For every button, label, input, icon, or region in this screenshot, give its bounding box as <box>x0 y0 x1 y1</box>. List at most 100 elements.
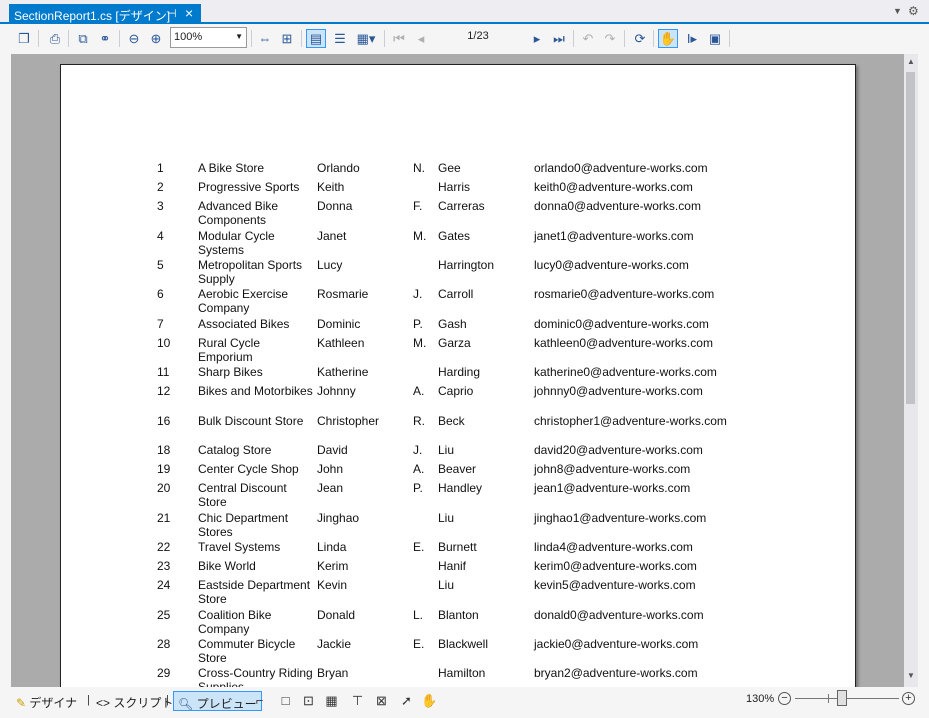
report-cell-mi: M. <box>413 336 427 350</box>
report-cell-last: Beck <box>438 414 465 428</box>
report-cell-id: 12 <box>157 384 171 398</box>
report-cell-company: Chic Department Stores <box>198 511 289 539</box>
report-cell-email: dominic0@adventure-works.com <box>534 317 709 331</box>
zoom-plus-button[interactable]: + <box>902 692 915 705</box>
zoom-out-icon[interactable]: ⊖ <box>124 29 144 48</box>
report-cell-last: Harding <box>438 365 481 379</box>
report-cell-company: Coalition Bike Company <box>198 608 272 636</box>
find-icon[interactable]: ⚭ <box>95 29 115 48</box>
border-icon[interactable]: □ <box>276 691 295 710</box>
report-cell-mi: A. <box>413 384 425 398</box>
report-cell-first: Johnny <box>317 384 356 398</box>
report-cell-email: keith0@adventure-works.com <box>534 180 693 194</box>
vertical-scrollbar[interactable]: ▲ ▼ <box>904 54 918 687</box>
report-cell-company: Center Cycle Shop <box>198 462 299 476</box>
zoom-minus-button[interactable]: − <box>778 692 791 705</box>
report-cell-mi: L. <box>413 608 424 622</box>
viewer-toolbar: ❐ ⎙ ⧉ ⚭ ⊖ ⊕ 100% ▼ ⇔ ⊞ ▤ ☰ ▦▾ ⏮ ◂ 1/23 ▸… <box>0 26 929 51</box>
document-tab[interactable]: SectionReport1.cs [デザイン] ⊣ × <box>9 4 201 24</box>
report-page: 1 A Bike Store Orlando N. Gee orlando0@advent… <box>60 64 856 687</box>
grid-icon[interactable]: ▦ <box>322 691 341 710</box>
report-cell-last: Hanif <box>438 559 467 573</box>
scroll-up-icon[interactable]: ▲ <box>907 57 915 66</box>
pan-icon[interactable]: ✋ <box>658 29 678 48</box>
report-cell-id: 18 <box>157 443 171 457</box>
back-icon[interactable]: ↶ <box>578 29 598 48</box>
copy-icon[interactable]: ⧉ <box>73 29 93 48</box>
continuous-icon[interactable]: ☰ <box>330 29 350 48</box>
report-cell-company: Aerobic Exercise Company <box>198 287 289 315</box>
report-cell-company: Advanced Bike Components <box>198 199 279 227</box>
report-cell-company: Sharp Bikes <box>198 365 263 379</box>
report-cell-id: 6 <box>157 287 164 301</box>
tab-dropdown-icon[interactable]: ▼ <box>893 6 902 16</box>
previous-page-icon[interactable]: ◂ <box>411 29 431 48</box>
zoom-in-icon[interactable]: ⊕ <box>146 29 166 48</box>
forward-icon[interactable]: ↷ <box>600 29 620 48</box>
toolbar-separator <box>251 30 252 47</box>
page-setup-icon[interactable]: ⊡ <box>299 691 318 710</box>
report-cell-first: Christopher <box>317 414 380 428</box>
select-icon[interactable]: I▸ <box>682 29 702 48</box>
fit-page-icon[interactable]: ⊞ <box>277 29 297 48</box>
report-cell-email: kerim0@adventure-works.com <box>534 559 697 573</box>
report-cell-company: Bike World <box>198 559 256 573</box>
report-cell-email: kathleen0@adventure-works.com <box>534 336 713 350</box>
report-cell-mi: P. <box>413 317 423 331</box>
report-cell-last: Garza <box>438 336 471 350</box>
table-of-contents-icon[interactable]: ❐ <box>14 29 34 48</box>
report-cell-email: jean1@adventure-works.com <box>534 481 691 495</box>
report-viewer[interactable]: 1 A Bike Store Orlando N. Gee orlando0@advent… <box>11 54 904 687</box>
preview-tab-label: プレビュー <box>196 697 257 711</box>
report-cell-last: Harris <box>438 180 470 194</box>
pin-icon[interactable]: ⊣ <box>167 7 177 20</box>
pointer-icon[interactable]: ➚ <box>397 691 416 710</box>
snapshot-icon[interactable]: ▣ <box>705 29 725 48</box>
report-cell-id: 11 <box>157 365 170 379</box>
report-cell-id: 10 <box>157 336 171 350</box>
gear-icon[interactable]: ⚙ <box>908 4 919 18</box>
report-cell-mi: E. <box>413 637 425 651</box>
zoom-combo-value: 100% <box>174 31 203 43</box>
report-cell-id: 25 <box>157 608 171 622</box>
report-cell-last: Caprio <box>438 384 474 398</box>
hand-icon[interactable]: ✋ <box>420 691 439 710</box>
report-cell-email: lucy0@adventure-works.com <box>534 258 689 272</box>
report-cell-email: christopher1@adventure-works.com <box>534 414 727 428</box>
scroll-thumb[interactable] <box>906 72 915 404</box>
align-icon[interactable]: ⊤ <box>348 691 367 710</box>
close-icon[interactable]: × <box>185 5 193 21</box>
zoom-slider-thumb[interactable] <box>837 690 847 706</box>
print-icon[interactable]: ⎙ <box>45 29 65 48</box>
ruler-icon[interactable]: ⌐ <box>250 691 269 710</box>
report-cell-first: John <box>317 462 344 476</box>
script-tab[interactable]: <> スクリプト <box>92 691 177 711</box>
fit-width-icon[interactable]: ⇔ <box>255 29 275 48</box>
report-cell-first: Donna <box>317 199 353 213</box>
designer-tab-label: デザイナ <box>29 696 78 710</box>
snap-icon[interactable]: ⊠ <box>372 691 391 710</box>
designer-tab[interactable]: ✎ デザイナ <box>12 691 81 711</box>
report-cell-last: Harrington <box>438 258 495 272</box>
toolbar-separator <box>119 30 120 47</box>
single-page-icon[interactable]: ▤ <box>306 29 326 48</box>
multipage-icon[interactable]: ▦▾ <box>353 29 379 48</box>
next-page-icon[interactable]: ▸ <box>527 29 547 48</box>
report-cell-id: 7 <box>157 317 164 331</box>
report-cell-last: Hamilton <box>438 666 486 680</box>
last-page-icon[interactable]: ⏭ <box>549 29 569 48</box>
report-cell-mi: J. <box>413 443 423 457</box>
report-cell-id: 22 <box>157 540 171 554</box>
preview-tab[interactable]: 🔍︎ プレビュー <box>173 691 262 711</box>
scroll-down-icon[interactable]: ▼ <box>907 671 915 680</box>
zoom-level: 130% <box>746 693 775 705</box>
report-cell-mi: F. <box>413 199 423 213</box>
page-number-input[interactable]: 1/23 <box>434 30 522 48</box>
zoom-slider-track[interactable] <box>795 698 899 699</box>
zoom-combo[interactable]: 100% ▼ <box>170 27 247 48</box>
report-cell-company: Progressive Sports <box>198 180 300 194</box>
refresh-icon[interactable]: ⟳ <box>630 29 650 48</box>
report-cell-email: orlando0@adventure-works.com <box>534 161 708 175</box>
first-page-icon[interactable]: ⏮ <box>389 29 409 48</box>
report-cell-id: 28 <box>157 637 171 651</box>
